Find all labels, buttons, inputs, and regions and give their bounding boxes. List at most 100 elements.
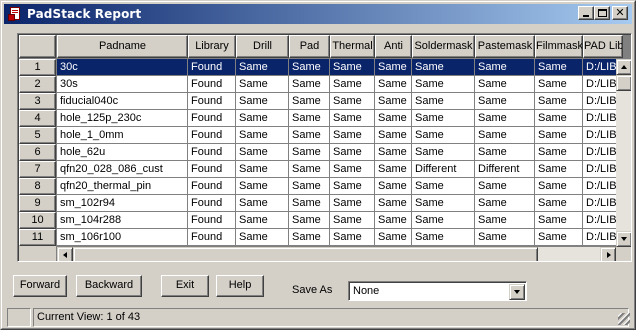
table-cell[interactable]: Same xyxy=(330,212,375,229)
column-header-pastemask[interactable]: Pastemask xyxy=(475,35,535,58)
table-cell[interactable]: Same xyxy=(236,93,289,110)
table-cell[interactable]: Same xyxy=(375,76,412,93)
table-cell[interactable]: sm_102r94 xyxy=(57,195,188,212)
table-cell[interactable]: Same xyxy=(330,59,375,76)
row-number-header[interactable]: 4 xyxy=(19,110,56,127)
vertical-scrollbar[interactable] xyxy=(616,59,631,247)
table-cell[interactable]: Same xyxy=(475,212,535,229)
scroll-left-button[interactable] xyxy=(57,247,73,261)
table-cell[interactable]: qfn20_thermal_pin xyxy=(57,178,188,195)
row-number-header[interactable]: 11 xyxy=(19,229,56,246)
table-cell[interactable]: Same xyxy=(475,127,535,144)
table-cell[interactable]: Same xyxy=(412,229,475,246)
table-cell[interactable]: sm_104r288 xyxy=(57,212,188,229)
row-number-header[interactable]: 9 xyxy=(19,195,56,212)
row-number-header[interactable]: 10 xyxy=(19,212,56,229)
backward-button[interactable]: Backward xyxy=(76,275,142,297)
table-cell[interactable]: Same xyxy=(535,59,583,76)
table-cell[interactable]: Same xyxy=(535,229,583,246)
table-cell[interactable]: Same xyxy=(475,76,535,93)
table-cell[interactable]: Found xyxy=(188,127,236,144)
table-cell[interactable]: Found xyxy=(188,161,236,178)
table-cell[interactable]: Same xyxy=(375,178,412,195)
table-cell[interactable]: Same xyxy=(475,178,535,195)
resize-grip-icon[interactable] xyxy=(618,313,630,325)
row-number-header[interactable]: 7 xyxy=(19,161,56,178)
row-number-header[interactable]: 5 xyxy=(19,127,56,144)
row-number-header[interactable]: 8 xyxy=(19,178,56,195)
table-cell[interactable]: Same xyxy=(289,93,330,110)
table-cell[interactable]: Same xyxy=(289,76,330,93)
table-cell[interactable]: Found xyxy=(188,229,236,246)
table-cell[interactable]: Same xyxy=(236,212,289,229)
maximize-button[interactable] xyxy=(594,6,610,20)
table-cell[interactable]: Found xyxy=(188,195,236,212)
table-cell[interactable]: Found xyxy=(188,110,236,127)
table-cell[interactable]: Different xyxy=(475,161,535,178)
table-cell[interactable]: Same xyxy=(375,229,412,246)
table-cell[interactable]: fiducial040c xyxy=(57,93,188,110)
table-cell[interactable]: Same xyxy=(412,212,475,229)
table-cell[interactable]: Same xyxy=(475,110,535,127)
help-button[interactable]: Help xyxy=(216,275,264,297)
forward-button[interactable]: Forward xyxy=(13,275,67,297)
column-header-anti[interactable]: Anti xyxy=(375,35,412,58)
table-cell[interactable]: qfn20_028_086_cust xyxy=(57,161,188,178)
table-cell[interactable]: Same xyxy=(475,144,535,161)
table-cell[interactable]: Same xyxy=(330,178,375,195)
scroll-down-button[interactable] xyxy=(616,231,631,247)
table-cell[interactable]: Same xyxy=(475,93,535,110)
minimize-button[interactable] xyxy=(578,6,594,20)
table-cell[interactable]: Same xyxy=(289,110,330,127)
table-cell[interactable]: Same xyxy=(412,76,475,93)
table-cell[interactable]: Same xyxy=(330,127,375,144)
table-cell[interactable]: Same xyxy=(330,144,375,161)
table-cell[interactable]: Same xyxy=(375,195,412,212)
table-cell[interactable]: Same xyxy=(375,212,412,229)
table-cell[interactable]: Found xyxy=(188,178,236,195)
table-cell[interactable]: Same xyxy=(535,110,583,127)
table-cell[interactable]: Same xyxy=(330,110,375,127)
column-header-library[interactable]: Library xyxy=(188,35,236,58)
exit-button[interactable]: Exit xyxy=(161,275,209,297)
table-cell[interactable]: Same xyxy=(236,195,289,212)
column-header-thermal[interactable]: Thermal xyxy=(330,35,375,58)
table-cell[interactable]: hole_125p_230c xyxy=(57,110,188,127)
table-cell[interactable]: Same xyxy=(412,127,475,144)
table-cell[interactable]: Same xyxy=(289,144,330,161)
table-cell[interactable]: Same xyxy=(289,59,330,76)
table-cell[interactable]: Same xyxy=(236,110,289,127)
title-bar[interactable]: PadStack Report xyxy=(4,4,632,24)
table-cell[interactable]: Same xyxy=(330,161,375,178)
report-grid[interactable]: Padname Library Drill Pad Thermal Anti Solderm… xyxy=(17,33,632,262)
table-cell[interactable]: Same xyxy=(330,76,375,93)
column-header-filmmask[interactable]: Filmmask xyxy=(535,35,583,58)
table-cell[interactable]: Same xyxy=(375,144,412,161)
column-header-pad-lib[interactable]: PAD Lib xyxy=(583,35,623,58)
table-cell[interactable]: 30s xyxy=(57,76,188,93)
table-cell[interactable]: Found xyxy=(188,144,236,161)
table-cell[interactable]: Found xyxy=(188,59,236,76)
table-cell[interactable]: Same xyxy=(375,161,412,178)
table-cell[interactable]: Same xyxy=(289,178,330,195)
table-cell[interactable]: Same xyxy=(535,76,583,93)
save-as-dropdown[interactable]: None xyxy=(348,281,527,301)
row-number-header[interactable]: 2 xyxy=(19,76,56,93)
table-cell[interactable]: Same xyxy=(289,229,330,246)
column-header-pad[interactable]: Pad xyxy=(289,35,330,58)
table-cell[interactable]: Same xyxy=(236,127,289,144)
table-cell[interactable]: Same xyxy=(330,229,375,246)
table-cell[interactable]: Same xyxy=(535,161,583,178)
table-cell[interactable]: hole_62u xyxy=(57,144,188,161)
column-header-drill[interactable]: Drill xyxy=(236,35,289,58)
table-cell[interactable]: Different xyxy=(412,161,475,178)
close-button[interactable]: ✕ xyxy=(612,6,628,20)
table-cell[interactable]: Found xyxy=(188,212,236,229)
table-cell[interactable]: Same xyxy=(375,110,412,127)
table-cell[interactable]: Same xyxy=(236,59,289,76)
table-cell[interactable]: Same xyxy=(375,93,412,110)
row-number-header[interactable]: 6 xyxy=(19,144,56,161)
row-number-header[interactable]: 3 xyxy=(19,93,56,110)
table-cell[interactable]: Same xyxy=(412,110,475,127)
horizontal-scrollbar[interactable] xyxy=(57,247,616,261)
